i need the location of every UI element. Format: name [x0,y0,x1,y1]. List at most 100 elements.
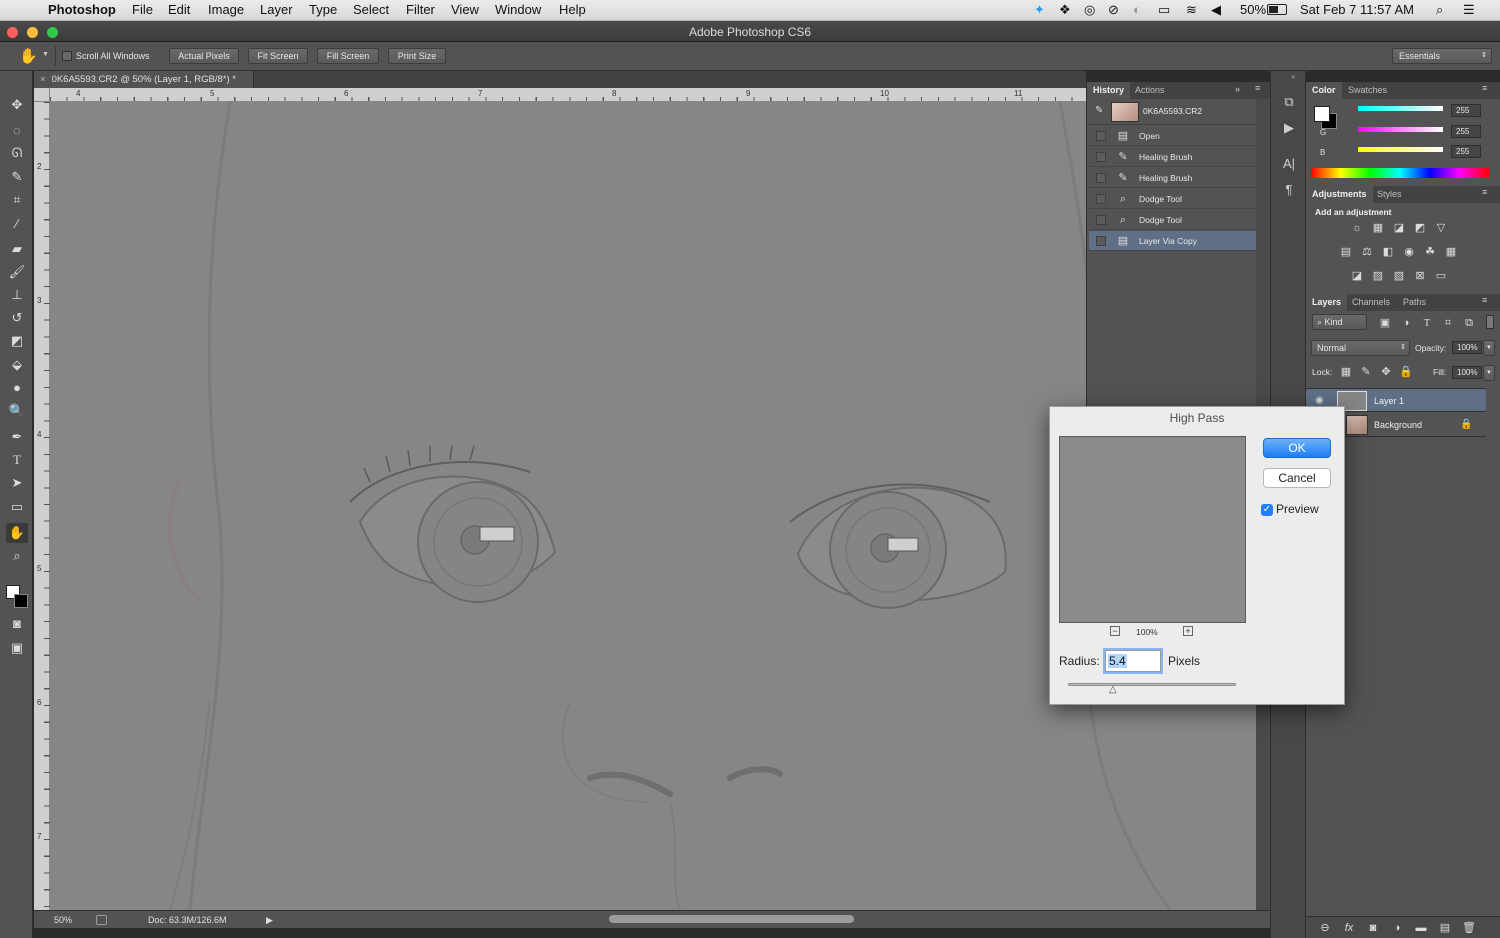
posterize-icon[interactable]: ▨ [1371,270,1385,282]
radius-slider-track[interactable] [1068,683,1236,686]
history-item[interactable]: ▤ Open [1089,126,1257,146]
zoom-in-icon[interactable]: + [1183,626,1193,636]
airplay-icon[interactable]: ▭ [1158,2,1170,18]
panel-menu-icon[interactable]: ≡ [1255,83,1260,93]
fill-field[interactable]: 100% [1452,366,1482,379]
photo-filter-icon[interactable]: ◉ [1402,246,1416,258]
hand-tool-preset-icon[interactable]: ✋ [19,47,38,65]
lock-image-icon[interactable]: ✎ [1359,366,1373,378]
history-item-selected[interactable]: ▤ Layer Via Copy [1089,231,1257,251]
smart-object-filter-icon[interactable]: ⧉ [1462,317,1476,329]
brush-tool-icon[interactable]: 🖌 [6,262,28,282]
history-item[interactable]: ✎ Healing Brush [1089,147,1257,167]
dodge-tool-icon[interactable]: 🔍 [6,401,28,421]
layer-style-fx-icon[interactable]: fx [1342,922,1356,934]
green-slider[interactable] [1358,127,1443,132]
menu-select[interactable]: Select [353,2,389,17]
quick-mask-icon[interactable]: ◙ [6,614,28,634]
new-group-icon[interactable]: ▬ [1414,922,1428,934]
blur-tool-icon[interactable]: ● [6,378,28,398]
gradient-map-icon[interactable]: ▭ [1434,270,1448,282]
ok-button[interactable]: OK [1263,438,1331,458]
menu-type[interactable]: Type [309,2,337,17]
tab-actions[interactable]: Actions [1129,82,1171,99]
status-menu-arrow-icon[interactable]: ▶ [266,911,273,929]
color-balance-icon[interactable]: ⚖ [1360,246,1374,258]
filter-preview-pane[interactable] [1059,436,1246,623]
new-adjustment-icon[interactable]: ◑ [1390,922,1404,934]
history-source-checkbox[interactable] [1096,194,1106,204]
actual-pixels-button[interactable]: Actual Pixels [169,48,239,64]
type-tool-icon[interactable]: T [6,450,28,470]
curves-icon[interactable]: ◪ [1392,222,1406,234]
document-tab[interactable]: × 0K6A5593.CR2 @ 50% (Layer 1, RGB/8*) * [34,71,254,88]
menu-file[interactable]: File [132,2,153,17]
tab-adjustments[interactable]: Adjustments [1306,186,1373,203]
opacity-field[interactable]: 100% [1452,341,1482,354]
path-selection-tool-icon[interactable]: ➤ [6,473,28,493]
preview-checkbox[interactable]: ✓ [1261,504,1273,516]
lock-position-icon[interactable]: ✥ [1379,366,1393,378]
screen-mode-icon[interactable]: ▣ [6,638,28,658]
paragraph-panel-icon[interactable]: ¶ [1280,181,1298,199]
link-layers-icon[interactable]: ⊖ [1318,922,1332,934]
history-item[interactable]: ⌕ Dodge Tool [1089,210,1257,230]
tab-layers[interactable]: Layers [1306,294,1348,311]
history-item[interactable]: ⌕ Dodge Tool [1089,189,1257,209]
sync-icon[interactable]: ⊘ [1108,2,1119,18]
notification-center-icon[interactable]: ☰ [1463,2,1475,18]
horizontal-ruler[interactable]: 4 5 6 7 8 9 10 11 [50,88,1086,102]
chevron-down-icon[interactable]: ▼ [42,51,49,58]
actions-play-icon[interactable]: ▶ [1280,119,1298,137]
color-spectrum-ramp[interactable] [1311,168,1489,178]
blue-slider[interactable] [1358,147,1443,152]
status-info-icon[interactable] [96,915,107,925]
dropbox-icon[interactable]: ❖ [1059,2,1071,18]
menu-edit[interactable]: Edit [168,2,190,17]
tab-color[interactable]: Color [1306,82,1342,99]
zoom-out-icon[interactable]: − [1110,626,1120,636]
volume-icon[interactable]: ◀ [1211,2,1221,18]
radius-input[interactable]: 5.4 [1105,650,1161,672]
hue-saturation-icon[interactable]: ▤ [1339,246,1353,258]
blue-value[interactable]: 255 [1451,145,1481,158]
adjustment-filter-icon[interactable]: ◑ [1399,317,1413,329]
brightness-icon[interactable]: ☼ [1350,222,1364,234]
move-tool-icon[interactable]: ✥ [6,95,28,115]
layer-name[interactable]: Layer 1 [1374,389,1404,413]
eyedropper-tool-icon[interactable]: ⁄ [6,214,28,234]
foreground-color-swatch[interactable] [1314,106,1330,122]
green-value[interactable]: 255 [1451,125,1481,138]
tab-history[interactable]: History [1087,82,1131,99]
workspace-selector[interactable]: Essentials ⇕ [1392,48,1492,64]
spotlight-icon[interactable]: ⌕ [1436,2,1443,18]
menu-image[interactable]: Image [208,2,244,17]
character-panel-icon[interactable]: A| [1280,155,1298,173]
add-mask-icon[interactable]: ◙ [1366,922,1380,934]
lock-transparent-icon[interactable]: ▦ [1339,366,1353,378]
lock-all-icon[interactable]: 🔒 [1399,366,1413,378]
menu-filter[interactable]: Filter [406,2,435,17]
history-panel-icon[interactable]: ⧉ [1280,93,1298,111]
panel-menu-icon[interactable]: ≡ [1482,295,1487,305]
channel-mixer-icon[interactable]: ☘ [1423,246,1437,258]
menu-window[interactable]: Window [495,2,541,17]
levels-icon[interactable]: ▦ [1371,222,1385,234]
color-lookup-icon[interactable]: ▦ [1444,246,1458,258]
type-filter-icon[interactable]: T [1420,317,1434,329]
tab-paths[interactable]: Paths [1397,294,1432,311]
ruler-origin[interactable] [34,88,50,102]
pen-tool-icon[interactable]: ✒ [6,427,28,447]
history-brush-tool-icon[interactable]: ↺ [6,308,28,328]
zoom-tool-icon[interactable]: ⌕ [6,546,28,566]
layer-filter-kind-select[interactable]: ⌕ Kind [1312,314,1367,330]
search-helper-icon[interactable]: ◎ [1084,2,1095,18]
layer-name[interactable]: Background [1374,413,1422,437]
zoom-level[interactable]: 50% [54,911,72,929]
clock[interactable]: Sat Feb 7 11:57 AM [1300,2,1414,17]
shape-filter-icon[interactable]: ⌗ [1441,317,1455,329]
threshold-icon[interactable]: ▧ [1392,270,1406,282]
tab-swatches[interactable]: Swatches [1342,82,1393,99]
hand-tool-icon[interactable]: ✋ [6,523,28,543]
vibrance-icon[interactable]: ▽ [1434,222,1448,234]
